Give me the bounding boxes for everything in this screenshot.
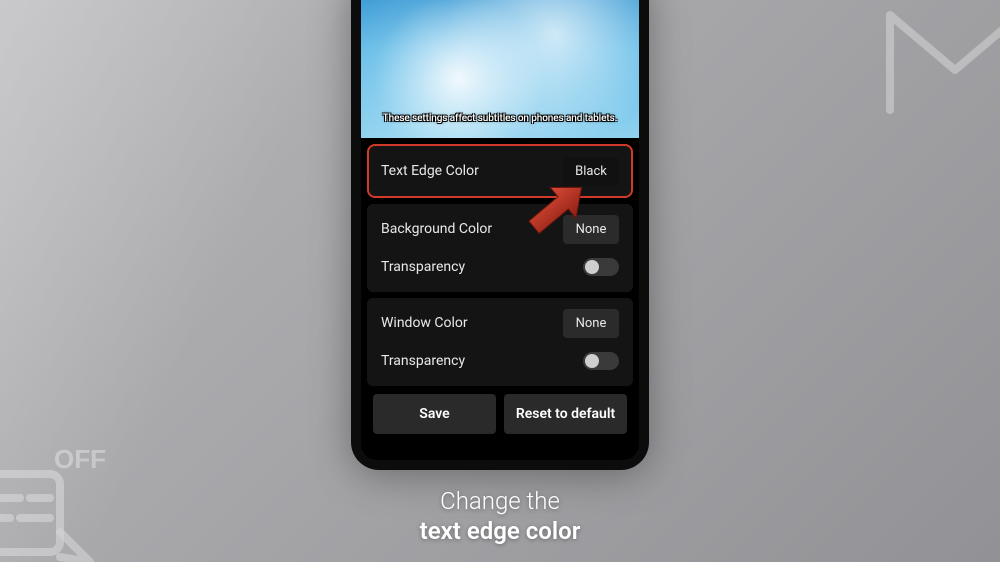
text-edge-color-label: Text Edge Color — [381, 163, 479, 179]
caption-line-1: Change the — [440, 487, 560, 515]
background-color-label: Background Color — [381, 221, 492, 237]
window-transparency-row[interactable]: Transparency — [381, 346, 619, 376]
setting-background-color: Background Color None Transparency — [367, 204, 633, 292]
background-transparency-label: Transparency — [381, 259, 465, 275]
subtitle-preview: These settings affect subtitles on phone… — [361, 0, 639, 138]
watermark-bottom-left-icon: OFF — [0, 432, 170, 562]
svg-text:OFF: OFF — [54, 444, 106, 474]
window-color-label: Window Color — [381, 315, 468, 331]
reset-button[interactable]: Reset to default — [504, 394, 627, 434]
footer-buttons: Save Reset to default — [367, 394, 633, 434]
text-edge-color-value[interactable]: Black — [563, 157, 619, 186]
phone-frame: These settings affect subtitles on phone… — [351, 0, 649, 470]
window-transparency-toggle[interactable] — [583, 352, 619, 370]
window-transparency-label: Transparency — [381, 353, 465, 369]
window-color-row[interactable]: Window Color None — [381, 308, 619, 338]
setting-text-edge-color[interactable]: Text Edge Color Black — [367, 144, 633, 198]
background-transparency-toggle[interactable] — [583, 258, 619, 276]
save-button[interactable]: Save — [373, 394, 496, 434]
caption-line-2: text edge color — [420, 516, 581, 546]
setting-window-color: Window Color None Transparency — [367, 298, 633, 386]
background-color-row[interactable]: Background Color None — [381, 214, 619, 244]
phone-screen: These settings affect subtitles on phone… — [361, 0, 639, 460]
window-color-value[interactable]: None — [563, 309, 619, 338]
background-transparency-row[interactable]: Transparency — [381, 252, 619, 282]
subtitle-sample-text: These settings affect subtitles on phone… — [383, 113, 618, 124]
instruction-caption: Change the text edge color — [420, 486, 581, 546]
settings-list: Text Edge Color Black Background Color N… — [361, 138, 639, 440]
stage: OFF These settings affect subtitles on p… — [0, 0, 1000, 562]
background-color-value[interactable]: None — [563, 215, 619, 244]
watermark-top-right-icon — [870, 0, 1000, 140]
